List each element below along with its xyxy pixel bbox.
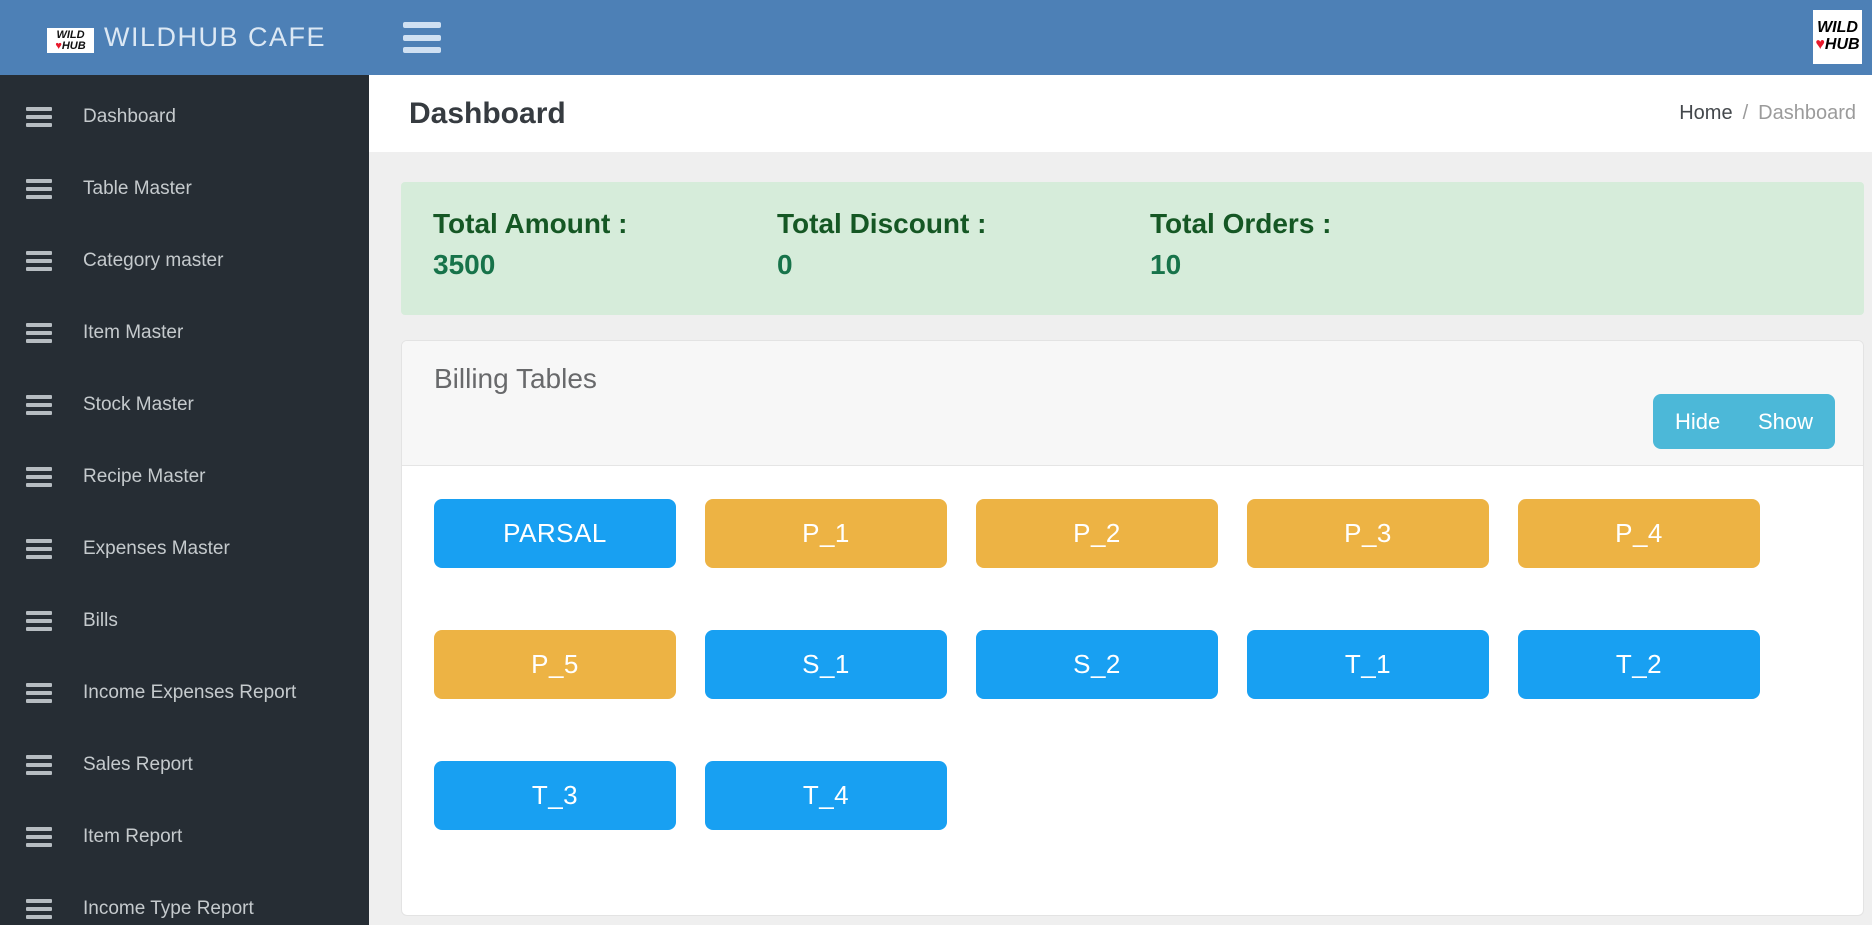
sidebar-item-dashboard[interactable]: Dashboard — [0, 81, 369, 153]
summary-stat-label: Total Amount : — [433, 208, 777, 240]
hamburger-icon[interactable] — [403, 22, 441, 53]
sidebar-item-label: Item Report — [83, 826, 182, 848]
billing-card-body: PARSAL P_1 P_2 P_3 P_4 P_5 S_1 S_2 T_1 T… — [402, 466, 1863, 830]
table-button-p_2[interactable]: P_2 — [976, 499, 1218, 568]
sidebar-item-table-master[interactable]: Table Master — [0, 153, 369, 225]
hide-show-toggle: Hide Show — [1653, 394, 1835, 449]
summary-stat: Total Discount : 0 — [777, 208, 1150, 289]
table-button-p_4[interactable]: P_4 — [1518, 499, 1760, 568]
sidebar-item-label: Bills — [83, 610, 118, 632]
top-header: WILD ♥HUB WILDHUB CAFE WILD ♥HUB — [0, 0, 1872, 75]
summary-stat-value: 0 — [777, 249, 1150, 281]
list-icon — [26, 251, 52, 271]
breadcrumb-home-link[interactable]: Home — [1679, 102, 1732, 125]
sidebar-item-label: Income Expenses Report — [83, 682, 296, 704]
sidebar-item-label: Item Master — [83, 322, 183, 344]
list-icon — [26, 179, 52, 199]
dashboard-body: Total Amount : 3500 Total Discount : 0 T… — [369, 152, 1872, 916]
table-button-t_4[interactable]: T_4 — [705, 761, 947, 830]
totals-summary-panel: Total Amount : 3500 Total Discount : 0 T… — [401, 182, 1864, 315]
sidebar-item-label: Table Master — [83, 178, 192, 200]
sidebar-item-item-report[interactable]: Item Report — [0, 801, 369, 873]
list-icon — [26, 755, 52, 775]
billing-card-title: Billing Tables — [434, 363, 597, 395]
hide-button[interactable]: Hide — [1675, 409, 1720, 435]
summary-stat-label: Total Orders : — [1150, 208, 1832, 240]
table-button-s_1[interactable]: S_1 — [705, 630, 947, 699]
corner-logo-line2: ♥HUB — [1815, 37, 1859, 54]
table-button-t_3[interactable]: T_3 — [434, 761, 676, 830]
list-icon — [26, 467, 52, 487]
brand-title: WILDHUB CAFE — [104, 0, 326, 75]
list-icon — [26, 323, 52, 343]
sidebar-item-income-expenses-report[interactable]: Income Expenses Report — [0, 657, 369, 729]
list-icon — [26, 611, 52, 631]
table-button-p_5[interactable]: P_5 — [434, 630, 676, 699]
sidebar-item-label: Recipe Master — [83, 466, 206, 488]
brand-logo: WILD ♥HUB — [47, 28, 94, 53]
summary-stat-value: 10 — [1150, 249, 1832, 281]
table-button-t_2[interactable]: T_2 — [1518, 630, 1760, 699]
table-button-p_1[interactable]: P_1 — [705, 499, 947, 568]
sidebar-item-label: Dashboard — [83, 106, 176, 128]
page-header: Dashboard Home / Dashboard — [369, 75, 1872, 152]
sidebar-item-sales-report[interactable]: Sales Report — [0, 729, 369, 801]
show-button[interactable]: Show — [1758, 409, 1813, 435]
billing-card-header: Billing Tables Hide Show — [402, 341, 1863, 466]
main-content: Dashboard Home / Dashboard Total Amount … — [369, 75, 1872, 925]
breadcrumb-separator: / — [1743, 102, 1749, 125]
list-icon — [26, 899, 52, 919]
list-icon — [26, 107, 52, 127]
summary-stat: Total Orders : 10 — [1150, 208, 1832, 289]
sidebar-item-label: Stock Master — [83, 394, 194, 416]
breadcrumb-current: Dashboard — [1758, 102, 1856, 125]
page-title: Dashboard — [409, 97, 566, 131]
sidebar-item-label: Expenses Master — [83, 538, 230, 560]
billing-tables-card: Billing Tables Hide Show PARSAL P_1 P_2 … — [401, 340, 1864, 916]
corner-logo-line1: WILD — [1817, 20, 1858, 37]
table-button-p_3[interactable]: P_3 — [1247, 499, 1489, 568]
table-button-s_2[interactable]: S_2 — [976, 630, 1218, 699]
sidebar-item-income-type-report[interactable]: Income Type Report — [0, 873, 369, 925]
list-icon — [26, 395, 52, 415]
sidebar-item-label: Sales Report — [83, 754, 193, 776]
sidebar-item-stock-master[interactable]: Stock Master — [0, 369, 369, 441]
summary-stat-value: 3500 — [433, 249, 777, 281]
list-icon — [26, 539, 52, 559]
list-icon — [26, 827, 52, 847]
summary-stat-label: Total Discount : — [777, 208, 1150, 240]
table-button-t_1[interactable]: T_1 — [1247, 630, 1489, 699]
breadcrumb: Home / Dashboard — [1679, 102, 1856, 125]
sidebar-item-bills[interactable]: Bills — [0, 585, 369, 657]
sidebar-item-expenses-master[interactable]: Expenses Master — [0, 513, 369, 585]
sidebar-item-label: Category master — [83, 250, 223, 272]
sidebar-item-recipe-master[interactable]: Recipe Master — [0, 441, 369, 513]
sidebar: Dashboard Table Master Category master I… — [0, 75, 369, 925]
tables-grid: PARSAL P_1 P_2 P_3 P_4 P_5 S_1 S_2 T_1 T… — [434, 499, 1863, 830]
heart-icon: ♥ — [1815, 36, 1825, 53]
corner-logo: WILD ♥HUB — [1813, 10, 1862, 64]
brand-logo-line2: ♥HUB — [55, 41, 85, 52]
sidebar-item-label: Income Type Report — [83, 898, 254, 920]
sidebar-item-item-master[interactable]: Item Master — [0, 297, 369, 369]
summary-stat: Total Amount : 3500 — [433, 208, 777, 289]
sidebar-item-category-master[interactable]: Category master — [0, 225, 369, 297]
table-button-parsal[interactable]: PARSAL — [434, 499, 676, 568]
list-icon — [26, 683, 52, 703]
